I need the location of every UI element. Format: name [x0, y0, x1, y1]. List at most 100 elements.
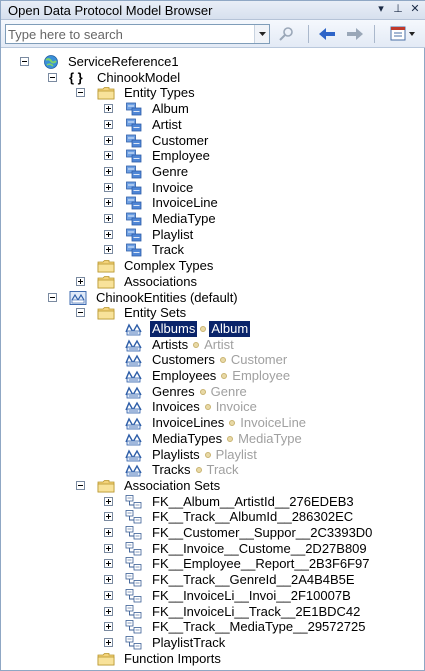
tree-node-function-imports[interactable]: Function Imports [1, 651, 425, 667]
tree-node-entity-type[interactable]: Track [1, 242, 425, 258]
close-icon[interactable]: ✕ [408, 2, 422, 17]
expand-icon[interactable] [104, 543, 113, 553]
tree-node-entity-type[interactable]: InvoiceLine [1, 195, 425, 211]
forward-arrow-icon[interactable] [345, 25, 365, 43]
type-ref-dot-icon [200, 325, 207, 332]
node-label: Complex Types [124, 258, 214, 274]
tree-node-association-set[interactable]: FK__Album__ArtistId__276EDEB3 [1, 494, 425, 510]
node-label: FK__Customer__Suppor__2C3393D0 [152, 525, 373, 540]
tree-node-entity-set[interactable]: Customers Customer [1, 352, 425, 368]
collapse-icon[interactable] [48, 292, 57, 302]
expand-icon[interactable] [104, 575, 113, 585]
expand-icon[interactable] [104, 166, 113, 176]
tree-node-entity-set[interactable]: Genres Genre [1, 384, 425, 400]
tree-node-entity-set[interactable]: Employees Employee [1, 368, 425, 384]
expand-icon[interactable] [104, 214, 113, 223]
expand-icon[interactable] [104, 590, 113, 600]
tree-node-entity-type[interactable]: Album [1, 101, 425, 117]
tree-node-association-set[interactable]: FK__Track__GenreId__2A4B4B5E [1, 572, 425, 588]
expand-icon[interactable] [104, 198, 113, 208]
tree-node-entity-set[interactable]: Artists Artist [1, 337, 425, 353]
tree-node-entity-container[interactable]: ChinookEntities (default) [1, 290, 425, 306]
tree-node-complex-types[interactable]: Complex Types [1, 258, 425, 274]
expand-icon[interactable] [104, 135, 113, 145]
tree-node-entity-type[interactable]: Playlist [1, 227, 425, 243]
tree-node-service-reference[interactable]: ServiceReference1 [1, 54, 425, 70]
collapse-icon[interactable] [20, 57, 29, 66]
tree-node-association-set[interactable]: PlaylistTrack [1, 635, 425, 651]
expand-icon[interactable] [76, 276, 85, 286]
node-label: FK__InvoiceLi__Invoi__2F10007B [152, 587, 351, 603]
search-dropdown-button[interactable] [254, 25, 269, 43]
collapse-icon[interactable] [76, 88, 85, 98]
tree-node-association-set[interactable]: FK__InvoiceLi__Invoi__2F10007B [1, 588, 425, 604]
tree-node-entity-type[interactable]: Employee [1, 148, 425, 164]
search-input[interactable] [8, 26, 248, 42]
expand-icon[interactable] [104, 245, 113, 255]
association-set-icon [125, 541, 143, 557]
type-ref-dot-icon [199, 388, 206, 395]
tree-node-entity-type[interactable]: Customer [1, 133, 425, 149]
expand-icon[interactable] [104, 606, 113, 616]
type-ref-dot-icon [195, 467, 202, 474]
tree-node-entity-set[interactable]: Playlists Playlist [1, 447, 425, 463]
expand-icon[interactable] [104, 637, 113, 647]
entity-type-ref: Genre [210, 383, 247, 399]
dropdown-icon[interactable]: ▾ [374, 2, 388, 17]
node-label: FK__InvoiceLi__Track__2E1BDC42 [152, 603, 361, 619]
collapse-icon[interactable] [76, 480, 85, 490]
tree-node-entity-sets[interactable]: Entity Sets [1, 305, 425, 321]
expand-icon[interactable] [104, 528, 113, 537]
node-label: Artists [152, 336, 189, 352]
collapse-icon[interactable] [48, 72, 57, 82]
folder-icon [97, 85, 115, 101]
expand-icon[interactable] [104, 559, 113, 569]
node-label: ChinookModel [97, 69, 181, 85]
tree-node-associations[interactable]: Associations [1, 274, 425, 290]
expand-icon[interactable] [104, 182, 113, 192]
expand-icon[interactable] [104, 229, 113, 239]
entity-set-icon [125, 384, 143, 400]
tree-node-association-set[interactable]: FK__Employee__Report__2B3F6F97 [1, 556, 425, 572]
expand-icon[interactable] [104, 104, 113, 114]
tree-node-model[interactable]: { } ChinookModel [1, 70, 425, 86]
entity-type-icon [125, 117, 143, 133]
tree-node-association-set[interactable]: FK__InvoiceLi__Track__2E1BDC42 [1, 604, 425, 620]
search-go-icon[interactable] [276, 25, 296, 43]
tree-node-association-sets[interactable]: Association Sets [1, 478, 425, 494]
folder-icon [97, 651, 115, 667]
collapse-icon[interactable] [76, 308, 85, 318]
pin-icon[interactable]: ⊥ [391, 2, 405, 17]
expand-icon[interactable] [104, 151, 113, 161]
search-box[interactable] [5, 24, 270, 44]
node-label: Customer [152, 132, 209, 148]
entity-type-icon [125, 227, 143, 243]
options-icon[interactable] [389, 25, 419, 43]
back-arrow-icon[interactable] [317, 25, 337, 43]
model-tree: ServiceReference1{ } ChinookModel Entity T… [1, 49, 425, 671]
type-ref-dot-icon [219, 357, 226, 364]
tree-node-entity-set[interactable]: MediaTypes MediaType [1, 431, 425, 447]
node-label: Album [152, 101, 189, 117]
node-label: Employees [152, 368, 217, 383]
tree-node-association-set[interactable]: FK__Track__AlbumId__286302EC [1, 509, 425, 525]
type-ref-dot-icon [204, 404, 211, 411]
tree-node-entity-set[interactable]: Tracks Track [1, 462, 425, 478]
expand-icon[interactable] [104, 496, 113, 506]
expand-icon[interactable] [104, 512, 113, 522]
tree-node-entity-set[interactable]: InvoiceLines InvoiceLine [1, 415, 425, 431]
expand-icon[interactable] [104, 622, 113, 632]
tree-node-entity-set[interactable]: Albums Album [1, 320, 425, 337]
tree-node-entity-set[interactable]: Invoices Invoice [1, 399, 425, 415]
tree-node-entity-types[interactable]: Entity Types [1, 85, 425, 101]
tree-node-association-set[interactable]: FK__Invoice__Custome__2D27B809 [1, 541, 425, 557]
tree-node-entity-type[interactable]: Genre [1, 164, 425, 180]
expand-icon[interactable] [104, 119, 113, 129]
tree-node-entity-type[interactable]: Artist [1, 117, 425, 133]
tree-node-entity-type[interactable]: MediaType [1, 211, 425, 227]
entity-type-ref: Playlist [215, 446, 257, 462]
tree-node-association-set[interactable]: FK__Customer__Suppor__2C3393D0 [1, 525, 425, 541]
tree-node-entity-type[interactable]: Invoice [1, 180, 425, 196]
tree-node-association-set[interactable]: FK__Track__MediaType__29572725 [1, 619, 425, 635]
association-set-icon [125, 556, 143, 572]
